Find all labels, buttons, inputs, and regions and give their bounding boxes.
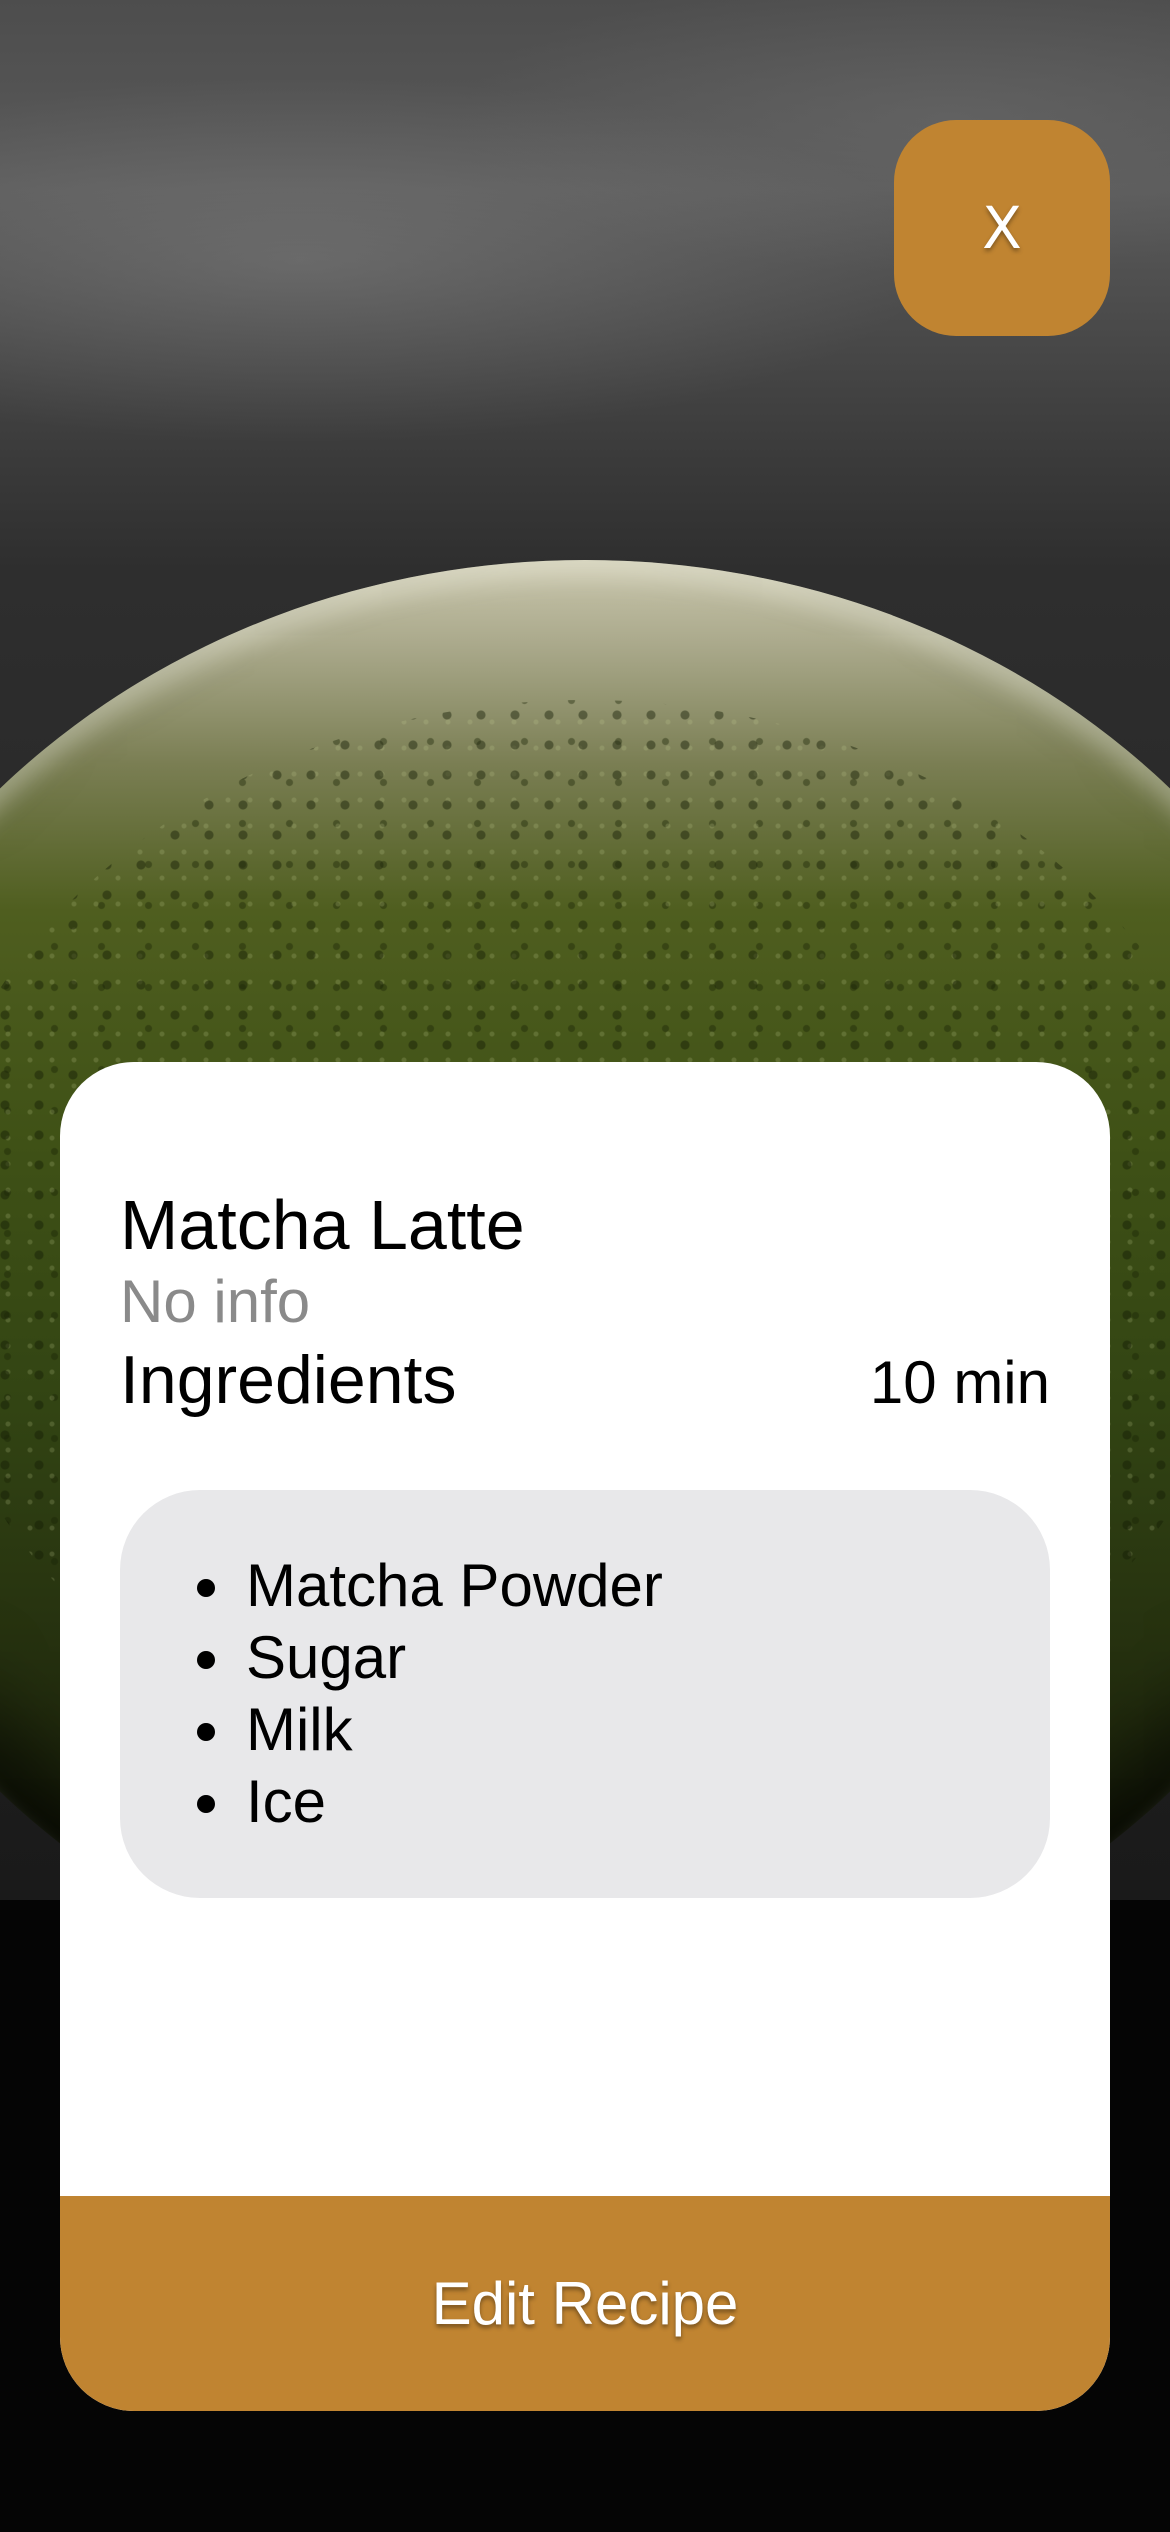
recipe-title: Matcha Latte bbox=[120, 1186, 525, 1264]
recipe-header: Matcha Latte No info Ingredients 10 min bbox=[120, 1182, 1050, 1425]
prep-time: 10 min bbox=[869, 1349, 1050, 1416]
recipe-detail-screen: X Matcha Latte No info Ingredients 10 mi… bbox=[0, 0, 1170, 2532]
ingredients-heading: Ingredients bbox=[120, 1342, 457, 1418]
ingredient-item: Matcha Powder bbox=[240, 1550, 1050, 1622]
ingredient-item: Ice bbox=[240, 1766, 1050, 1838]
recipe-card: Matcha Latte No info Ingredients 10 min … bbox=[60, 1062, 1110, 2411]
ingredients-header-row: Ingredients 10 min bbox=[120, 1338, 1050, 1425]
ingredients-list: Matcha Powder Sugar Milk Ice bbox=[120, 1490, 1050, 1838]
ingredients-panel: Matcha Powder Sugar Milk Ice bbox=[120, 1490, 1050, 1898]
ingredient-item: Milk bbox=[240, 1694, 1050, 1766]
recipe-subtitle: No info bbox=[120, 1268, 311, 1335]
ingredient-item: Sugar bbox=[240, 1622, 1050, 1694]
close-button[interactable]: X bbox=[894, 120, 1110, 336]
edit-recipe-button[interactable]: Edit Recipe bbox=[60, 2196, 1110, 2411]
